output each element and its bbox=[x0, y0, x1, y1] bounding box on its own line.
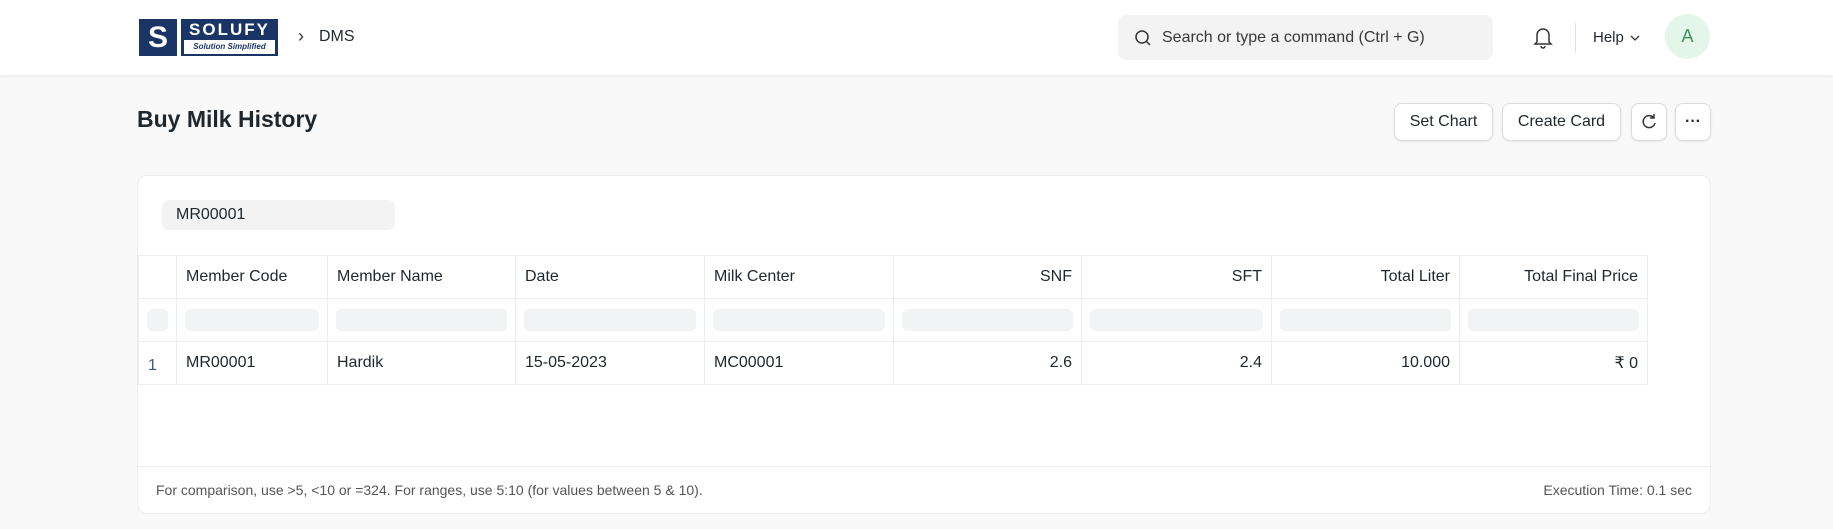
filter-cell[interactable] bbox=[185, 309, 319, 331]
filter-cell[interactable] bbox=[524, 309, 696, 331]
column-header[interactable]: SNF bbox=[893, 255, 1082, 299]
column-header[interactable]: Milk Center bbox=[704, 255, 894, 299]
column-header[interactable]: Member Code bbox=[176, 255, 328, 299]
create-card-button[interactable]: Create Card bbox=[1502, 103, 1621, 141]
row-index: 1 bbox=[138, 341, 177, 385]
column-header[interactable]: SFT bbox=[1081, 255, 1272, 299]
cell-date[interactable]: 15-05-2023 bbox=[515, 341, 705, 385]
filter-cell[interactable] bbox=[1090, 309, 1263, 331]
filter-cell[interactable] bbox=[902, 309, 1073, 331]
cell-milk-center[interactable]: MC00001 bbox=[704, 341, 894, 385]
filter-cell[interactable] bbox=[147, 309, 168, 331]
cell-member-name[interactable]: Hardik bbox=[327, 341, 516, 385]
filter-cell[interactable] bbox=[713, 309, 885, 331]
search-input[interactable]: Search or type a command (Ctrl + G) bbox=[1118, 15, 1493, 60]
column-header[interactable]: Total Final Price bbox=[1459, 255, 1648, 299]
report-table: Member Code Member Name Date Milk Center… bbox=[138, 255, 1648, 385]
avatar[interactable]: A bbox=[1665, 14, 1710, 59]
breadcrumb-dms[interactable]: DMS bbox=[319, 28, 355, 46]
filter-cell[interactable] bbox=[1468, 309, 1639, 331]
execution-time: Execution Time: 0.1 sec bbox=[1543, 482, 1692, 498]
column-header[interactable]: Date bbox=[515, 255, 705, 299]
filter-cell[interactable] bbox=[1280, 309, 1451, 331]
chevron-down-icon bbox=[1630, 35, 1640, 41]
column-header[interactable]: Member Name bbox=[327, 255, 516, 299]
logo-mark: S bbox=[139, 19, 177, 56]
cell-snf[interactable]: 2.6 bbox=[893, 341, 1082, 385]
help-label: Help bbox=[1593, 29, 1624, 46]
member-code-filter[interactable]: MR00001 bbox=[162, 200, 395, 230]
logo-name: SOLUFY bbox=[189, 20, 270, 39]
help-dropdown[interactable]: Help bbox=[1593, 29, 1640, 46]
table-header-row: Member Code Member Name Date Milk Center… bbox=[138, 255, 1648, 299]
set-chart-button[interactable]: Set Chart bbox=[1394, 103, 1493, 141]
logo-tagline: Solution Simplified bbox=[184, 40, 275, 54]
chevron-right-icon: › bbox=[298, 26, 304, 46]
refresh-button[interactable] bbox=[1631, 103, 1667, 141]
cell-total-final-price[interactable]: ₹ 0 bbox=[1459, 341, 1648, 385]
divider bbox=[1575, 23, 1576, 53]
bell-icon[interactable] bbox=[1532, 24, 1554, 55]
column-header[interactable]: Total Liter bbox=[1271, 255, 1460, 299]
report-card: MR00001 Member Code Member Name Date Mil… bbox=[137, 175, 1711, 514]
solufy-logo[interactable]: S SOLUFY Solution Simplified bbox=[139, 19, 278, 56]
search-placeholder: Search or type a command (Ctrl + G) bbox=[1162, 28, 1425, 46]
cell-total-liter[interactable]: 10.000 bbox=[1271, 341, 1460, 385]
table-row[interactable]: 1 MR00001 Hardik 15-05-2023 MC00001 2.6 … bbox=[138, 341, 1648, 385]
report-footer: For comparison, use >5, <10 or =324. For… bbox=[138, 466, 1710, 514]
search-icon bbox=[1135, 29, 1151, 46]
row-index-header bbox=[138, 255, 177, 299]
more-options-button[interactable]: ··· bbox=[1675, 103, 1711, 141]
cell-sft[interactable]: 2.4 bbox=[1081, 341, 1272, 385]
refresh-icon bbox=[1642, 114, 1656, 129]
cell-member-code[interactable]: MR00001 bbox=[176, 341, 328, 385]
filter-hint: For comparison, use >5, <10 or =324. For… bbox=[156, 482, 703, 498]
filter-row bbox=[138, 298, 1648, 342]
page-title: Buy Milk History bbox=[137, 106, 318, 132]
top-navbar: S SOLUFY Solution Simplified › DMS Search… bbox=[0, 0, 1833, 75]
filter-cell[interactable] bbox=[336, 309, 507, 331]
